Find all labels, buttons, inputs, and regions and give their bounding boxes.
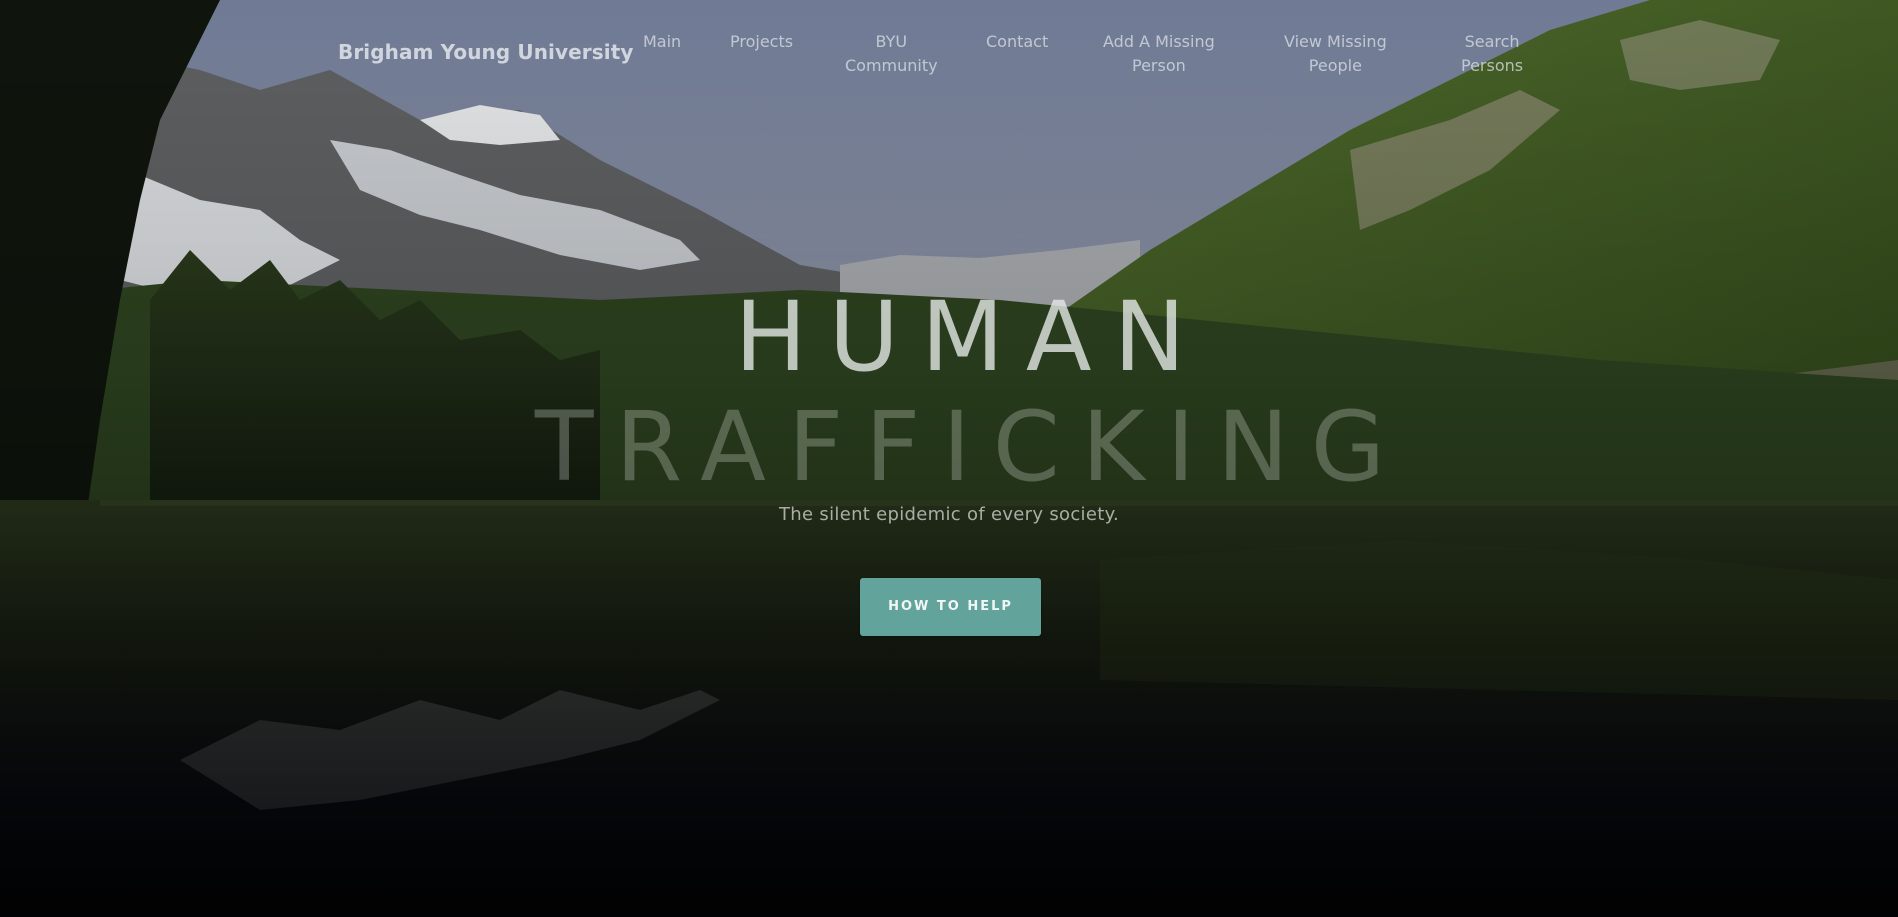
nav-item-contact[interactable]: Contact (986, 30, 1048, 54)
page: Brigham Young University Main Projects B… (0, 0, 1898, 917)
nav-item-label-line1: Search (1464, 32, 1520, 51)
nav-item-projects[interactable]: Projects (730, 30, 793, 54)
top-navbar: Brigham Young University Main Projects B… (0, 0, 1898, 110)
nav-item-label-line1: Add A Missing (1103, 32, 1215, 51)
nav-item-search-persons[interactable]: Search Persons (1461, 30, 1523, 78)
nav-item-label-line2: Persons (1461, 56, 1524, 75)
nav-item-add-missing-person[interactable]: Add A Missing Person (1103, 30, 1215, 78)
nav-item-label: Main (643, 32, 682, 51)
nav-item-byu-community[interactable]: BYU Community (845, 30, 938, 78)
nav-item-label: Contact (986, 32, 1049, 51)
nav-item-label-line1: View Missing (1284, 32, 1387, 51)
nav-item-main[interactable]: Main (643, 30, 681, 54)
nav-item-label-line2: Community (845, 56, 938, 75)
nav-item-label-line2: People (1308, 56, 1362, 75)
nav-item-label-line2: Person (1132, 56, 1186, 75)
hero-title-line-1: HUMAN (734, 281, 1208, 393)
hero-title-line-2: TRAFFICKING (534, 391, 1408, 503)
hero-subtitle: The silent epidemic of every society. (779, 504, 1119, 525)
brand-link[interactable]: Brigham Young University (338, 40, 634, 64)
how-to-help-button[interactable]: HOW TO HELP (860, 578, 1041, 636)
nav-item-label-line1: BYU (875, 32, 908, 51)
nav-item-label: Projects (730, 32, 794, 51)
nav-item-view-missing-people[interactable]: View Missing People (1284, 30, 1387, 78)
